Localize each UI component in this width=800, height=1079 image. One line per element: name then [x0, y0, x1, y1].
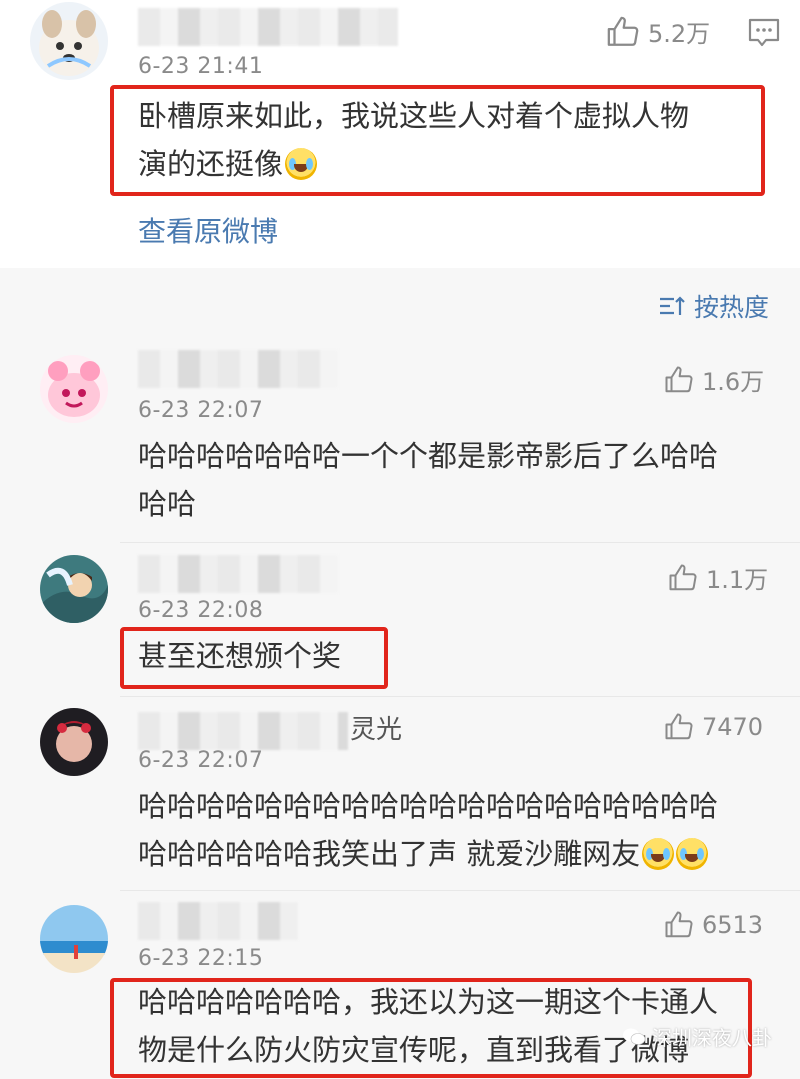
like-count: 5.2万: [648, 20, 711, 48]
comment-text-line-2: 物是什么防火防灾宣传呢，直到我看了微博: [138, 1033, 690, 1067]
dog-avatar-icon: [30, 2, 108, 80]
like-button[interactable]: 1.6万: [664, 362, 764, 397]
watermark-text: 深圳深夜八卦: [652, 1026, 772, 1050]
username-blurred[interactable]: [138, 712, 348, 750]
avatar[interactable]: [40, 905, 108, 973]
post-time: 6-23 21:41: [138, 54, 264, 79]
comment-time: 6-23 22:07: [138, 398, 264, 423]
comment-icon: [748, 18, 780, 47]
like-button[interactable]: 1.1万: [668, 560, 768, 595]
comment-time: 6-23 22:08: [138, 598, 264, 623]
like-button[interactable]: 5.2万: [606, 14, 710, 49]
username-blurred[interactable]: [138, 8, 398, 46]
sort-button[interactable]: 按热度: [658, 288, 769, 324]
comment-text-line-1: 哈哈哈哈哈哈哈哈哈哈哈哈哈哈哈哈哈哈哈哈: [138, 789, 719, 823]
comment-text-line-1: 哈哈哈哈哈哈哈，我还以为这一期这个卡通人: [138, 985, 719, 1019]
laugh-cry-emoji-icon: [642, 838, 675, 870]
cartoon-avatar-icon: [40, 355, 108, 423]
thumbs-up-icon: [669, 564, 697, 590]
wechat-icon: [623, 1028, 646, 1045]
thumbs-up-icon: [665, 713, 693, 740]
comment-text-line-1: 哈哈哈哈哈哈哈一个个都是影帝影后了么哈哈: [138, 439, 719, 473]
avatar[interactable]: [40, 355, 108, 423]
post-text-line-2: 演的还挺像: [138, 138, 318, 190]
laugh-cry-emoji-icon: [676, 838, 709, 870]
thumbs-up-icon: [665, 911, 693, 938]
view-original-link[interactable]: 查看原微博: [138, 210, 278, 250]
like-button[interactable]: 6513: [664, 910, 763, 940]
comment-text-line-2: 哈哈哈哈哈哈我笑出了声 就爱沙雕网友: [138, 828, 709, 880]
like-count: 6513: [702, 911, 764, 939]
username-blurred[interactable]: [138, 902, 298, 940]
divider: [120, 696, 800, 697]
avatar[interactable]: [40, 708, 108, 776]
comment-text-line-1: 甚至还想颁个奖: [138, 639, 342, 673]
like-button[interactable]: 7470: [664, 712, 763, 742]
like-count: 7470: [702, 713, 764, 741]
watermark: 深圳深夜八卦: [622, 1022, 772, 1051]
avatar[interactable]: [30, 2, 108, 80]
post-text-line-2-content: 演的还挺像: [138, 147, 284, 181]
comment-button[interactable]: [748, 18, 780, 52]
photo-avatar-icon: [40, 708, 108, 776]
divider: [120, 890, 800, 891]
thumbs-up-icon: [607, 16, 639, 46]
comment-time: 6-23 22:07: [138, 748, 264, 773]
sort-icon: [660, 296, 685, 315]
sort-label: 按热度: [694, 293, 770, 322]
avatar[interactable]: [40, 555, 108, 623]
username-fragment: 灵光: [350, 715, 403, 745]
thumbs-up-icon: [665, 366, 693, 392]
anime-avatar-icon: [40, 555, 108, 623]
username-blurred[interactable]: [138, 555, 338, 593]
divider: [120, 542, 800, 543]
comment-time: 6-23 22:15: [138, 946, 264, 971]
beach-avatar-icon: [40, 905, 108, 973]
laugh-cry-emoji-icon: [285, 148, 318, 180]
like-count: 1.1万: [706, 566, 769, 594]
comment-text-line-2: 哈哈: [138, 487, 197, 521]
comment-text-line-2-content: 哈哈哈哈哈哈我笑出了声 就爱沙雕网友: [138, 837, 641, 871]
post-text-line-1: 卧槽原来如此，我说这些人对着个虚拟人物: [138, 99, 690, 133]
like-count: 1.6万: [702, 368, 765, 396]
username-blurred[interactable]: [138, 350, 338, 388]
